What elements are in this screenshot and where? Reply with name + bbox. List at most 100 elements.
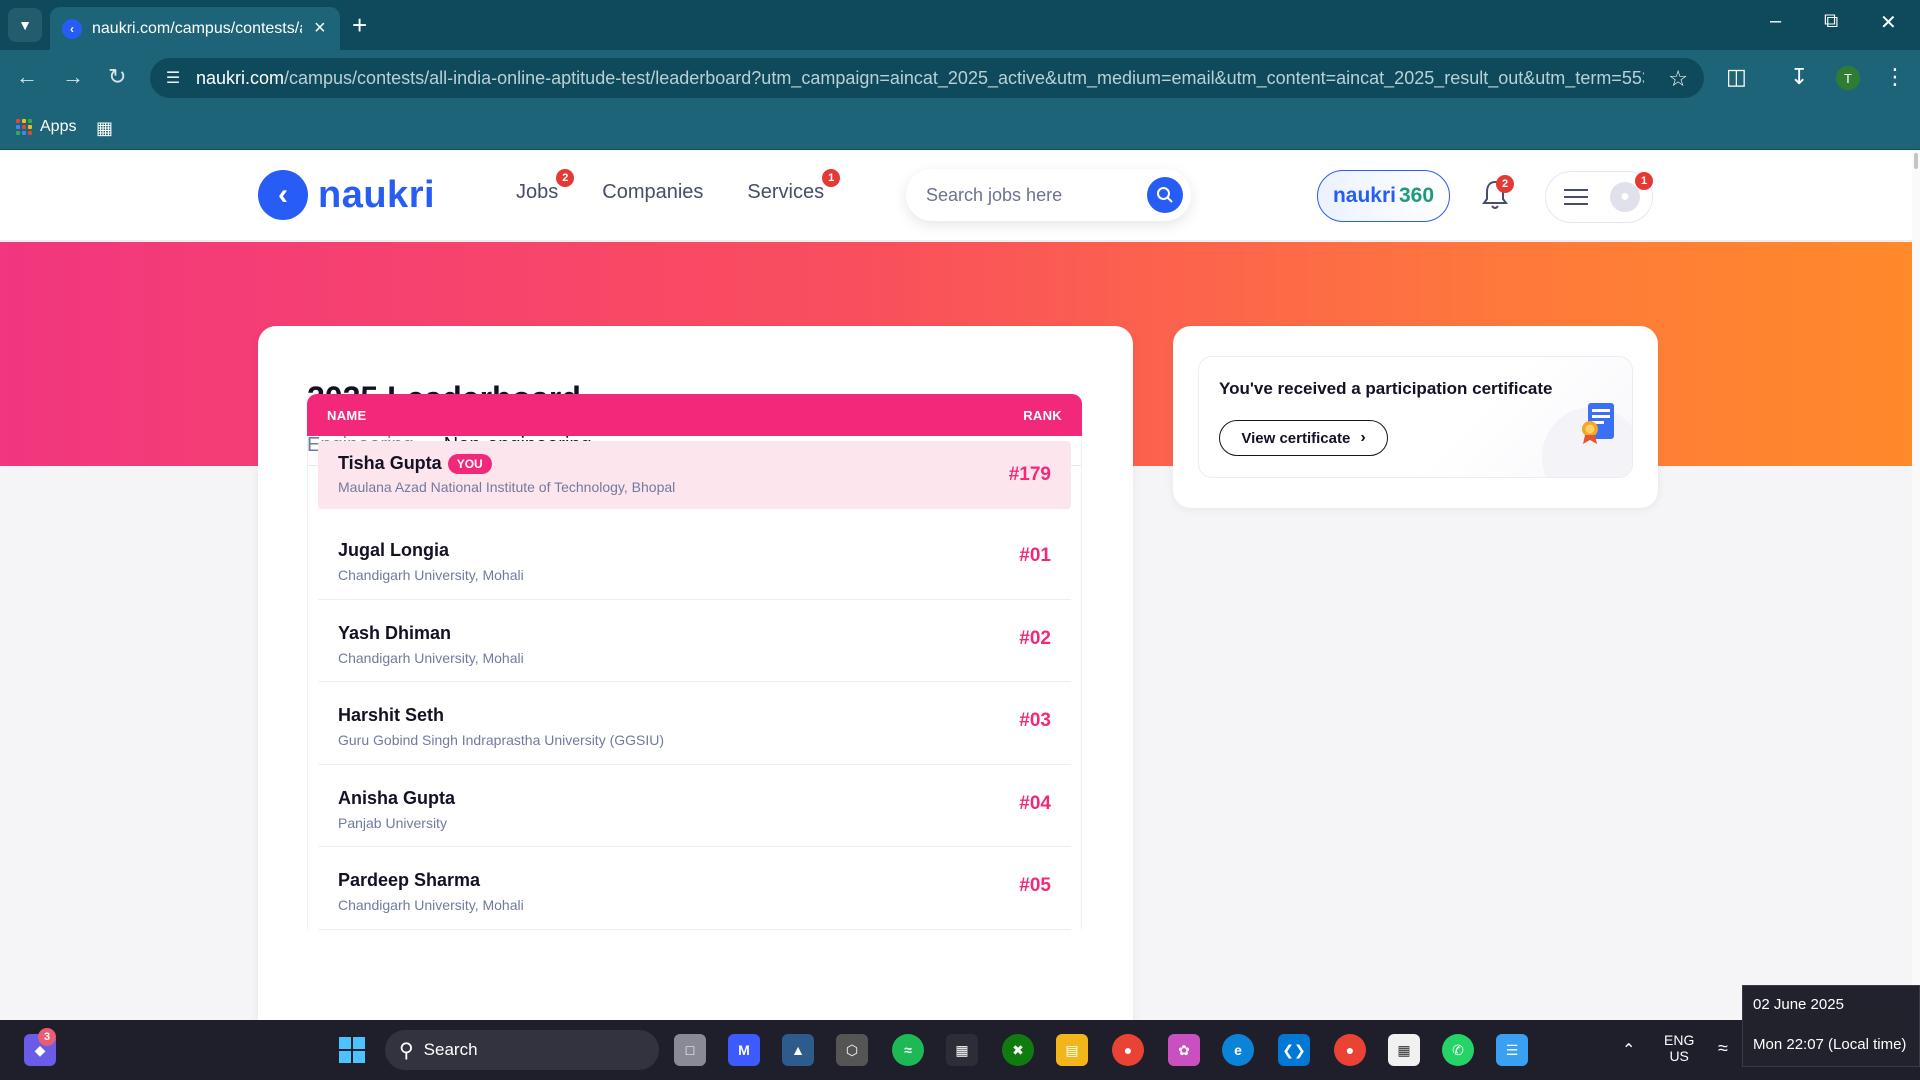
nav-companies-label: Companies (602, 181, 704, 203)
app-icon-hexagon[interactable]: ⬡ (836, 1034, 868, 1066)
address-bar[interactable]: ☰ naukri.com /campus/contests/all-india-… (150, 58, 1704, 98)
table-row: Harshit Seth Guru Gobind Singh Indraprast… (318, 682, 1071, 765)
task-view-icon[interactable]: □ (674, 1034, 706, 1066)
taskbar: ◆ 3 ⚲ Search □ M ▲ ⬡ ≈ ▦ ✖ ▤ ● ✿ e ❮❯ ● … (0, 1020, 1920, 1080)
participant-name-text: Pardeep Sharma (338, 870, 481, 890)
tray-chevron-up-icon[interactable]: ⌃ (1622, 1040, 1635, 1060)
forward-arrow-icon[interactable]: → (62, 64, 84, 90)
page-scrollbar[interactable] (1912, 151, 1920, 1020)
restore-icon[interactable]: ⧉ (1824, 10, 1838, 33)
region-label: US (1669, 1048, 1689, 1064)
tab-close-icon[interactable]: × (314, 17, 326, 40)
site-info-icon[interactable]: ☰ (162, 67, 184, 89)
tab-search-button[interactable]: ▼ (8, 8, 42, 42)
participant-rank: #03 (1019, 710, 1051, 731)
hamburger-icon (1564, 189, 1588, 205)
logo-text: naukri (318, 173, 436, 216)
vscode-icon[interactable]: ❮❯ (1278, 1034, 1310, 1066)
table-header: NAME RANK (307, 394, 1082, 436)
apps-bookmark[interactable]: Apps (16, 118, 76, 136)
participant-rank: #01 (1019, 545, 1051, 566)
notepad-icon[interactable]: ☰ (1496, 1034, 1528, 1066)
back-arrow-icon[interactable]: ← (16, 64, 38, 90)
lang-label: ENG (1664, 1032, 1695, 1048)
tab-groups-icon[interactable]: ▦ (96, 118, 113, 139)
url-host: naukri.com (196, 67, 285, 88)
reload-icon[interactable]: ↻ (108, 64, 126, 90)
search-icon[interactable] (1147, 177, 1183, 213)
naukri-favicon-icon: ‹ (62, 18, 82, 39)
table-row: Jugal Longia Chandigarh University, Mohal… (318, 517, 1071, 600)
leaderboard-rows: Tisha Gupta YOU Maulana Azad National Inst… (307, 436, 1082, 930)
taskbar-search-icon: ⚲ (399, 1039, 414, 1062)
participant-institute: Panjab University (338, 814, 447, 831)
download-icon[interactable]: ↧ (1790, 64, 1808, 90)
wifi-icon[interactable]: ≈ (1718, 1038, 1728, 1059)
certificate-panel: You've received a participation certific… (1198, 356, 1633, 478)
user-avatar-icon: ● (1610, 182, 1640, 212)
chrome-icon[interactable]: ● (1112, 1034, 1144, 1066)
taskbar-search[interactable]: ⚲ Search (385, 1030, 659, 1070)
browser-menu-icon[interactable]: ⋮ (1884, 64, 1906, 90)
chevron-right-icon: › (1360, 429, 1366, 446)
notification-badge: 2 (1496, 175, 1514, 193)
nav-services[interactable]: Services 1 (747, 169, 841, 204)
web-page: ‹ naukri Jobs 2 Companies Services 1 Sea… (0, 151, 1920, 1020)
table-row: Pardeep Sharma Chandigarh University, Moh… (318, 847, 1071, 930)
table-row: Yash Dhiman Chandigarh University, Mohali… (318, 600, 1071, 682)
url-path: /campus/contests/all-india-online-aptitu… (284, 67, 1645, 88)
nav-jobs[interactable]: Jobs 2 (516, 169, 575, 204)
scrollbar-thumb[interactable] (1914, 153, 1918, 169)
nav-jobs-label: Jobs (516, 181, 559, 203)
language-indicator[interactable]: ENG US (1664, 1032, 1694, 1064)
bookmarks-bar: Apps ▦ (0, 106, 1920, 150)
window-close-icon[interactable]: ✕ (1880, 10, 1897, 35)
participant-name-text: Tisha Gupta (338, 453, 442, 473)
participant-rank: #04 (1019, 792, 1051, 814)
app-icon-m[interactable]: M (728, 1034, 760, 1066)
taskbar-search-label: Search (423, 1040, 478, 1059)
new-tab-button[interactable]: + (352, 10, 367, 40)
browser-tab-active[interactable]: ‹ naukri.com/campus/contests/al × (50, 7, 340, 50)
clock-tooltip: 02 June 2025 Mon 22:07 (Local time) (1742, 985, 1920, 1067)
app-icon-azure[interactable]: ▲ (782, 1034, 814, 1066)
job-search-input[interactable]: Search jobs here (906, 169, 1191, 221)
chrome-profile-icon[interactable]: ● (1334, 1034, 1366, 1066)
participant-institute: Chandigarh University, Mohali (338, 897, 524, 913)
tab-title: naukri.com/campus/contests/al (92, 19, 302, 37)
edge-icon[interactable]: e (1222, 1034, 1254, 1066)
participant-rank: #05 (1019, 875, 1051, 896)
bookmark-star-icon[interactable]: ☆ (1668, 66, 1688, 92)
search-placeholder: Search jobs here (926, 184, 1063, 205)
naukri-360-button[interactable]: naukri 360 (1317, 170, 1450, 222)
profile-avatar[interactable]: T (1836, 66, 1860, 90)
extensions-icon[interactable]: ◫ (1726, 64, 1747, 90)
current-user-row: Tisha Gupta YOU Maulana Azad National Inst… (318, 441, 1071, 509)
apps-grid-icon (16, 119, 32, 135)
participant-name: Yash Dhiman (338, 623, 451, 644)
column-name: NAME (327, 407, 367, 423)
xbox-icon[interactable]: ✖ (1002, 1034, 1034, 1066)
copilot-icon[interactable]: ✿ (1168, 1034, 1200, 1066)
participant-name: Jugal Longia (338, 540, 449, 561)
view-certificate-label: View certificate (1241, 429, 1351, 447)
participant-institute: Guru Gobind Singh Indraprastha Universit… (338, 732, 665, 748)
certificate-card: You've received a participation certific… (1173, 326, 1658, 508)
nav-jobs-badge: 2 (556, 169, 575, 187)
clock-date: 02 June 2025 (1753, 996, 1844, 1013)
app-icon-chart[interactable]: ▦ (1388, 1034, 1420, 1066)
spotify-icon[interactable]: ≈ (892, 1034, 924, 1066)
windows-start-icon[interactable] (336, 1034, 368, 1066)
view-certificate-button[interactable]: View certificate › (1219, 420, 1388, 456)
naukri-logo[interactable]: ‹ naukri (258, 170, 435, 220)
browser-toolbar: ← → ↻ ☰ naukri.com /campus/contests/all-… (0, 50, 1920, 106)
participant-name: Anisha Gupta (338, 788, 455, 809)
whatsapp-icon[interactable]: ✆ (1442, 1034, 1474, 1066)
nav-companies[interactable]: Companies (602, 181, 703, 204)
certificate-title: You've received a participation certific… (1219, 379, 1553, 398)
file-explorer-icon[interactable]: ▤ (1056, 1034, 1088, 1066)
minimize-icon[interactable]: – (1770, 10, 1781, 33)
ms-store-icon[interactable]: ▦ (946, 1034, 978, 1066)
participant-rank: #02 (1019, 627, 1051, 649)
participant-name-text: Harshit Seth (338, 705, 445, 725)
